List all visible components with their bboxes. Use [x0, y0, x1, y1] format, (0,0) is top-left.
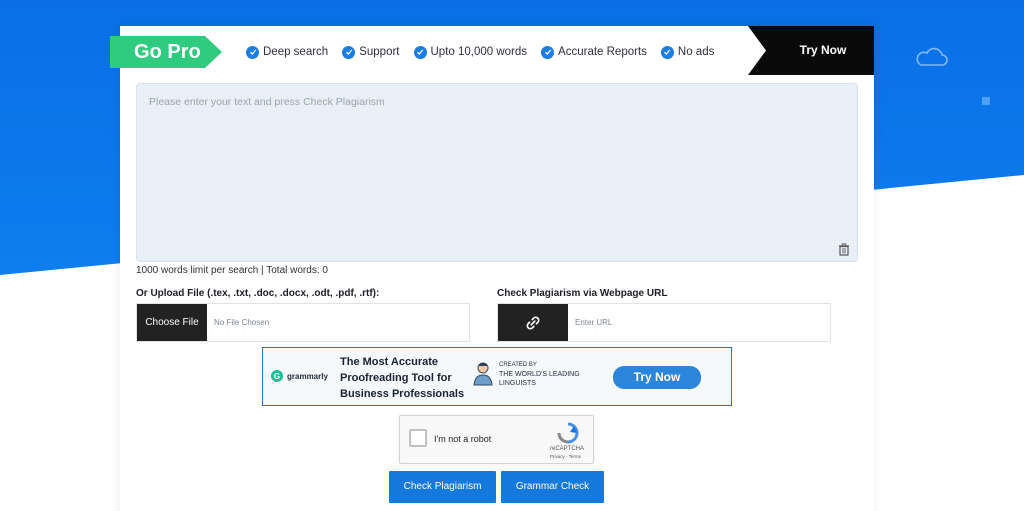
upload-file-label: Or Upload File (.tex, .txt, .doc, .docx,…	[136, 288, 380, 299]
recaptcha-icon	[557, 422, 579, 444]
feature-word-limit: Upto 10,000 words	[413, 45, 528, 59]
word-count-status: 1000 words limit per search | Total word…	[136, 265, 328, 276]
feature-label: Deep search	[263, 46, 329, 58]
feature-label: Support	[359, 46, 400, 58]
trash-icon[interactable]	[838, 243, 850, 256]
feature-label: Upto 10,000 words	[430, 46, 528, 58]
ad-headline: The Most Accurate Proofreading Tool for …	[340, 356, 465, 400]
check-circle-icon	[541, 45, 555, 59]
url-placeholder: Enter URL	[575, 318, 613, 327]
check-circle-icon	[413, 45, 427, 59]
grammarly-brand: grammarly	[287, 371, 328, 381]
recaptcha-links[interactable]: Privacy - Terms	[550, 454, 581, 459]
grammarly-logo: G grammarly	[271, 370, 328, 382]
try-now-pro-button[interactable]: Try Now	[748, 26, 874, 75]
pro-features-list: Deep search Support Upto 10,000 words Ac…	[246, 42, 714, 62]
url-link-button[interactable]	[498, 304, 568, 341]
textarea-placeholder: Please enter your text and press Check P…	[149, 96, 385, 108]
webpage-url-label: Check Plagiarism via Webpage URL	[497, 288, 668, 299]
recaptcha-checkbox[interactable]	[409, 429, 427, 447]
go-pro-tag: Go Pro	[110, 36, 222, 68]
check-circle-icon	[342, 45, 356, 59]
ad-linguists: THE WORLD'S LEADING LINGUISTS	[499, 371, 580, 387]
grammarly-g-icon: G	[271, 370, 283, 382]
pro-banner: Go Pro Deep search Support Upto 10,000 w…	[110, 26, 874, 75]
ad-created-by: CREATED BY	[499, 362, 537, 368]
choose-file-button[interactable]: Choose File	[137, 304, 207, 341]
feature-no-ads: No ads	[660, 45, 715, 59]
check-circle-icon	[660, 45, 674, 59]
check-plagiarism-button[interactable]: Check Plagiarism	[389, 471, 496, 503]
text-input-area[interactable]: Please enter your text and press Check P…	[136, 83, 858, 262]
page: Go Pro Deep search Support Upto 10,000 w…	[0, 0, 1024, 511]
webpage-url-field[interactable]: Enter URL	[497, 303, 831, 342]
link-icon	[526, 316, 540, 329]
feature-label: No ads	[677, 46, 715, 58]
recaptcha-brand: reCAPTCHA	[550, 446, 585, 452]
feature-label: Accurate Reports	[558, 46, 647, 58]
feature-deep-search: Deep search	[246, 45, 329, 59]
recaptcha-widget: I'm not a robot reCAPTCHA Privacy - Term…	[399, 415, 594, 464]
check-circle-icon	[246, 45, 259, 59]
file-status: No File Chosen	[214, 318, 270, 327]
recaptcha-label: I'm not a robot	[434, 434, 492, 444]
person-icon	[473, 362, 493, 386]
file-upload-field[interactable]: Choose File No File Chosen	[136, 303, 470, 342]
feature-support: Support	[342, 45, 400, 59]
grammar-check-button[interactable]: Grammar Check	[501, 471, 604, 503]
decorative-square	[982, 97, 990, 105]
cloud-icon	[916, 47, 948, 66]
grammarly-ad[interactable]: G grammarly The Most Accurate Proofreadi…	[262, 347, 732, 406]
ad-try-now-button[interactable]: Try Now	[613, 366, 701, 389]
feature-accurate-reports: Accurate Reports	[541, 45, 647, 59]
